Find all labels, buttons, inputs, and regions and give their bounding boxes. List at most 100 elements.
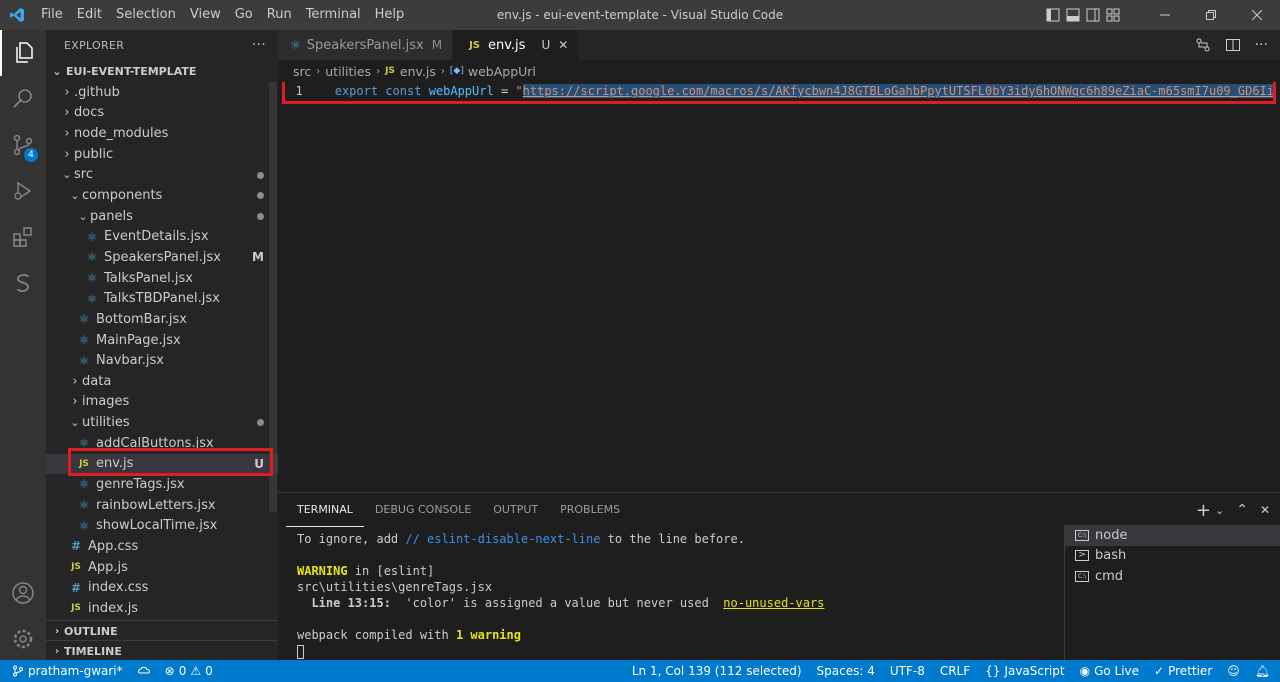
menu-edit[interactable]: Edit xyxy=(70,0,109,30)
tree-item[interactable]: # index.css xyxy=(46,577,278,598)
encoding[interactable]: UTF-8 xyxy=(890,664,925,678)
toggle-panel-icon[interactable] xyxy=(1066,8,1080,22)
tree-item[interactable]: › data xyxy=(46,371,278,392)
menu-help[interactable]: Help xyxy=(368,0,412,30)
go-live-button[interactable]: ◉ Go Live xyxy=(1080,664,1139,678)
breadcrumb-src[interactable]: src xyxy=(293,64,311,79)
tree-item[interactable]: ⌄ panels xyxy=(46,206,278,227)
tab-envjs[interactable]: JS env.js U ✕ xyxy=(453,30,580,60)
explorer-icon[interactable] xyxy=(0,30,46,76)
indentation[interactable]: Spaces: 4 xyxy=(817,664,875,678)
terminal-output[interactable]: To ignore, add // eslint-disable-next-li… xyxy=(297,531,1057,659)
tree-item[interactable]: JS index.js xyxy=(46,598,278,619)
maximize-panel-icon[interactable]: ⌃ xyxy=(1236,502,1248,518)
tree-item-label: .github xyxy=(74,84,120,100)
compare-changes-icon[interactable] xyxy=(1195,37,1211,53)
notifications-bell-icon[interactable]: 🔔︎ xyxy=(1255,664,1270,678)
settings-gear-icon[interactable] xyxy=(0,616,46,662)
line-ending[interactable]: CRLF xyxy=(940,664,970,678)
breadcrumb-env[interactable]: env.js xyxy=(400,64,436,79)
react-file-icon: ⚛ xyxy=(78,333,90,347)
timeline-section[interactable]: › TIMELINE xyxy=(46,640,278,662)
restore-button[interactable] xyxy=(1188,0,1234,30)
run-debug-icon[interactable] xyxy=(0,168,46,214)
chevron-down-icon[interactable]: ⌄ xyxy=(1215,504,1224,517)
outline-section[interactable]: › OUTLINE xyxy=(46,620,278,642)
source-control-icon[interactable]: 4 xyxy=(0,122,46,168)
tree-item[interactable]: ⚛ rainbowLetters.jsx xyxy=(46,495,278,516)
tree-item[interactable]: ⚛ MainPage.jsx xyxy=(46,330,278,351)
terminal-line: To ignore, add // eslint-disable-next-li… xyxy=(297,532,745,546)
react-file-icon: ⚛ xyxy=(78,498,90,513)
branch-status[interactable]: pratham-gwari* xyxy=(12,664,123,678)
tree-item[interactable]: ⚛ EventDetails.jsx xyxy=(46,226,278,247)
project-root[interactable]: ⌄ EUI-EVENT-TEMPLATE xyxy=(46,60,278,82)
panel-tab-debug-console[interactable]: DEBUG CONSOLE xyxy=(364,493,482,527)
snippets-extension-icon[interactable] xyxy=(0,260,46,306)
new-terminal-icon[interactable]: + xyxy=(1196,500,1211,521)
close-window-button[interactable] xyxy=(1234,0,1280,30)
terminal-instance-node[interactable]: C:\ node xyxy=(1065,525,1280,546)
feedback-icon[interactable]: ☺ xyxy=(1227,664,1240,678)
tab-status: U xyxy=(541,38,551,52)
tree-item[interactable]: ⚛ genreTags.jsx xyxy=(46,474,278,495)
language-mode[interactable]: {} JavaScript xyxy=(985,664,1064,678)
close-panel-icon[interactable]: ✕ xyxy=(1260,503,1270,517)
tree-item[interactable]: ⌄ utilities xyxy=(46,412,278,433)
menu-terminal[interactable]: Terminal xyxy=(299,0,368,30)
tree-item[interactable]: ⚛ TalksPanel.jsx xyxy=(46,268,278,289)
terminal-instance-cmd[interactable]: C:\ cmd xyxy=(1065,566,1280,587)
breadcrumb-symbol[interactable]: webAppUrl xyxy=(468,64,536,79)
minimize-button[interactable] xyxy=(1142,0,1188,30)
tree-item[interactable]: JS App.js xyxy=(46,557,278,578)
extensions-icon[interactable] xyxy=(0,214,46,260)
tab-label: SpeakersPanel.jsx xyxy=(306,37,424,53)
breadcrumb-utilities[interactable]: utilities xyxy=(325,64,371,79)
tree-item-label: BottomBar.jsx xyxy=(96,311,187,327)
highlight-box-env-file xyxy=(68,448,273,476)
tree-item[interactable]: ⌄ src xyxy=(46,165,278,186)
tree-item[interactable]: ⚛ BottomBar.jsx xyxy=(46,309,278,330)
panel-tab-output[interactable]: OUTPUT xyxy=(482,493,549,527)
prettier-status[interactable]: ✓ Prettier xyxy=(1154,664,1212,678)
terminal-instance-bash[interactable]: > bash xyxy=(1065,546,1280,567)
menu-run[interactable]: Run xyxy=(260,0,299,30)
problems-status[interactable]: ⊗ 0 ⚠ 0 xyxy=(165,664,213,678)
tab-speakerspanel[interactable]: ⚛ SpeakersPanel.jsx M xyxy=(278,30,454,60)
tree-item[interactable]: # App.css xyxy=(46,536,278,557)
menu-go[interactable]: Go xyxy=(228,0,260,30)
tree-item[interactable]: › .github xyxy=(46,82,278,103)
terminal-line: webpack compiled with 1 warning xyxy=(297,628,521,642)
more-actions-icon[interactable]: ··· xyxy=(1255,37,1268,53)
tree-item[interactable]: ⚛ SpeakersPanel.jsx M xyxy=(46,247,278,268)
split-editor-icon[interactable] xyxy=(1225,37,1241,53)
close-tab-icon[interactable]: ✕ xyxy=(558,38,568,52)
menu-selection[interactable]: Selection xyxy=(109,0,183,30)
tree-item[interactable]: › node_modules xyxy=(46,123,278,144)
tree-item[interactable]: ⚛ showLocalTime.jsx xyxy=(46,515,278,536)
chevron-down-icon: ⌄ xyxy=(62,168,72,182)
tree-item-label: MainPage.jsx xyxy=(96,332,181,348)
sync-icon[interactable] xyxy=(137,665,151,677)
search-icon[interactable] xyxy=(0,76,46,122)
toggle-sidebar-icon[interactable] xyxy=(1046,8,1060,22)
tree-item[interactable]: ⚛ TalksTBDPanel.jsx xyxy=(46,288,278,309)
tree-item-label: EventDetails.jsx xyxy=(104,229,209,245)
more-actions-icon[interactable]: ··· xyxy=(252,37,266,53)
menu-file[interactable]: File xyxy=(34,0,70,30)
tree-item[interactable]: › docs xyxy=(46,103,278,124)
tree-item[interactable]: › public xyxy=(46,144,278,165)
panel-tab-terminal[interactable]: TERMINAL xyxy=(286,493,364,527)
react-file-icon: ⚛ xyxy=(78,518,90,533)
accounts-icon[interactable] xyxy=(0,570,46,616)
toggle-secondary-sidebar-icon[interactable] xyxy=(1086,8,1100,22)
customize-layout-icon[interactable] xyxy=(1106,8,1120,22)
menu-view[interactable]: View xyxy=(183,0,228,30)
panel-tab-problems[interactable]: PROBLEMS xyxy=(549,493,631,527)
cursor-position[interactable]: Ln 1, Col 139 (112 selected) xyxy=(632,664,802,678)
tree-item[interactable]: ⌄ components xyxy=(46,185,278,206)
tree-item[interactable]: ⚛ Navbar.jsx xyxy=(46,350,278,371)
chevron-right-icon: › xyxy=(64,146,70,162)
tree-item[interactable]: › images xyxy=(46,392,278,413)
code-editor[interactable]: 1 export const webAppUrl = " https://scr… xyxy=(278,82,1280,492)
